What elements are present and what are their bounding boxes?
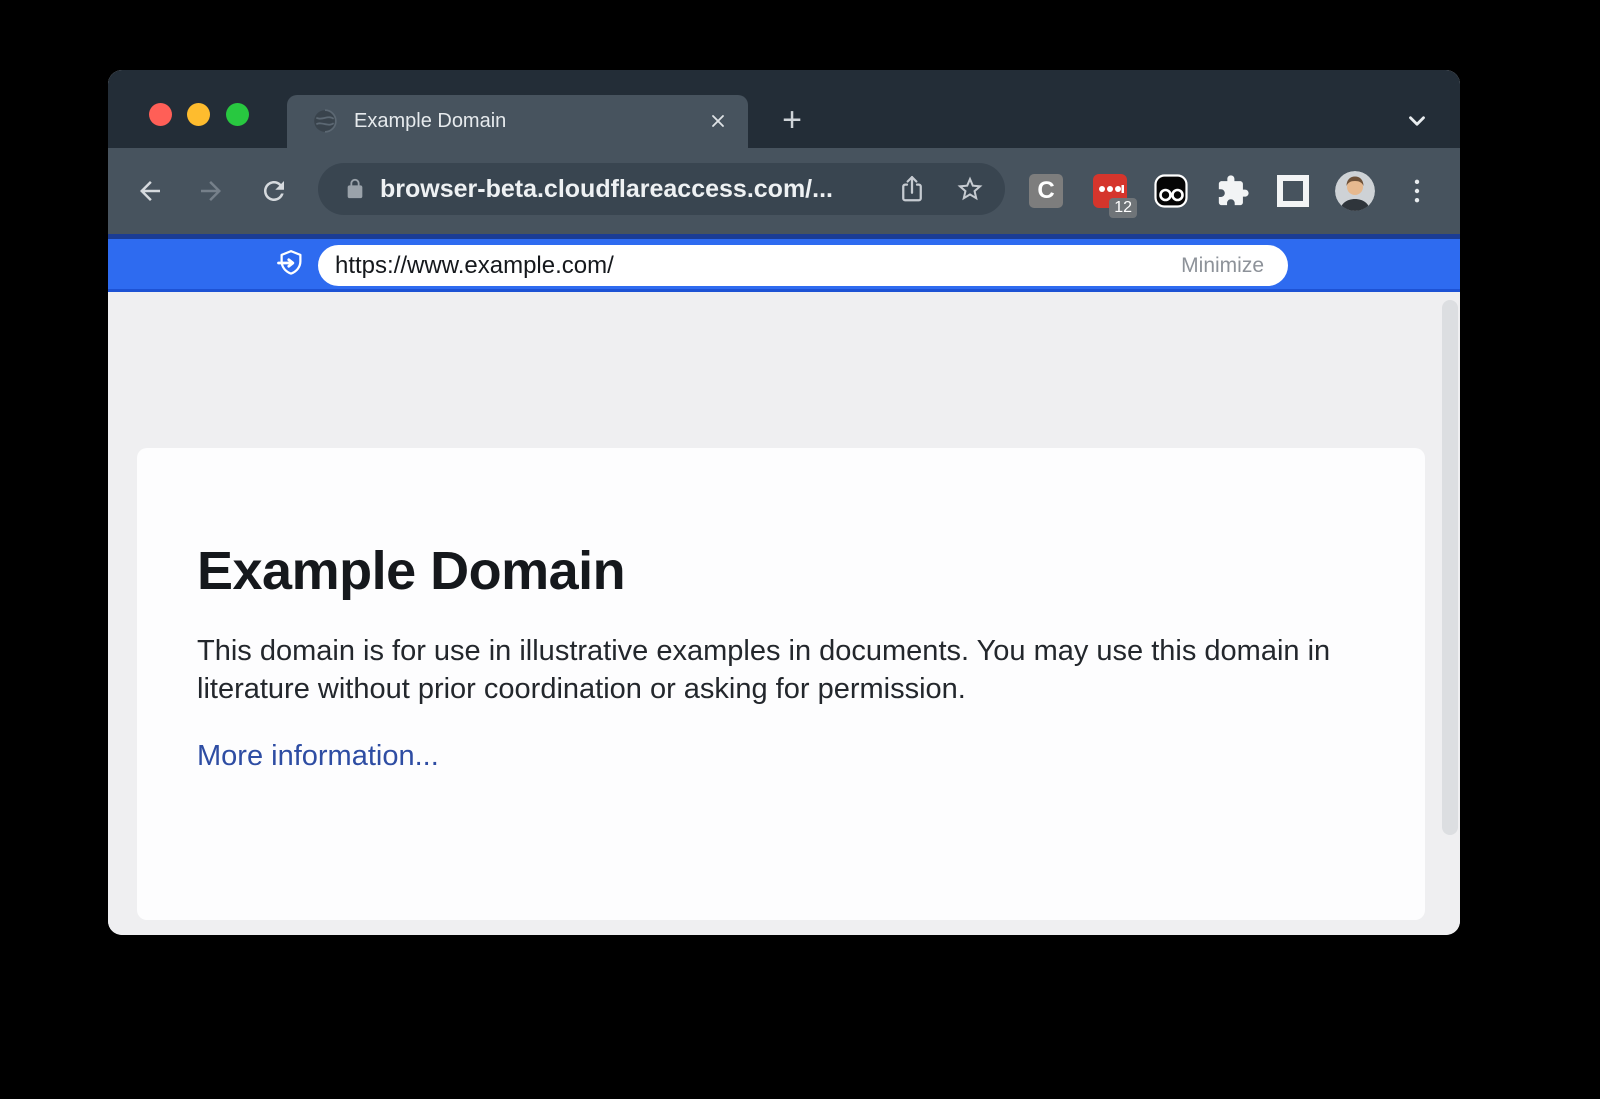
minimize-button[interactable]: Minimize xyxy=(1181,245,1264,286)
tab-strip: Example Domain + xyxy=(108,70,1460,148)
tab-search-chevron-icon[interactable] xyxy=(1404,108,1430,134)
isolated-url-bar[interactable]: https://www.example.com/ Minimize xyxy=(318,245,1288,286)
extensions-puzzle-icon[interactable] xyxy=(1216,174,1250,208)
tab-title: Example Domain xyxy=(354,95,506,148)
address-bar[interactable]: browser-beta.cloudflareaccess.com/... xyxy=(318,163,1005,215)
reload-button-icon[interactable] xyxy=(259,176,289,206)
profile-avatar[interactable] xyxy=(1335,171,1375,211)
browser-menu-icon[interactable] xyxy=(1406,174,1428,208)
page-paragraph: This domain is for use in illustrative e… xyxy=(197,632,1347,708)
side-panel-icon[interactable] xyxy=(1276,174,1310,208)
isolated-url[interactable]: https://www.example.com/ xyxy=(335,245,614,286)
navigation-toolbar: browser-beta.cloudflareaccess.com/... C xyxy=(108,148,1460,234)
scrollbar[interactable] xyxy=(1442,300,1458,835)
extension-red-dots-icon[interactable]: 12 xyxy=(1093,174,1127,208)
lock-icon[interactable] xyxy=(344,178,366,200)
minimize-window-button[interactable] xyxy=(187,103,210,126)
new-tab-button[interactable]: + xyxy=(768,95,816,148)
isolation-bar: https://www.example.com/ Minimize xyxy=(108,234,1460,292)
isolation-shield-icon xyxy=(276,248,306,278)
globe-favicon-icon xyxy=(312,108,338,134)
address-bar-url[interactable]: browser-beta.cloudflareaccess.com/... xyxy=(380,163,833,215)
close-window-button[interactable] xyxy=(149,103,172,126)
forward-button-icon[interactable] xyxy=(196,176,226,206)
extension-badge: 12 xyxy=(1109,198,1137,218)
zoom-window-button[interactable] xyxy=(226,103,249,126)
tab-close-icon[interactable] xyxy=(708,111,728,131)
share-icon[interactable] xyxy=(897,174,927,204)
desktop-background: Example Domain + xyxy=(0,0,1600,1099)
bookmark-star-icon[interactable] xyxy=(955,174,985,204)
browser-tab[interactable]: Example Domain xyxy=(287,95,748,148)
extension-two-circles-icon[interactable] xyxy=(1154,174,1188,208)
extension-c-icon[interactable]: C xyxy=(1029,174,1063,208)
content-card: Example Domain This domain is for use in… xyxy=(137,448,1425,920)
back-button-icon[interactable] xyxy=(135,176,165,206)
more-information-link[interactable]: More information... xyxy=(197,740,439,773)
browser-window: Example Domain + xyxy=(108,70,1460,935)
page-heading: Example Domain xyxy=(197,540,1365,602)
page-viewport: Example Domain This domain is for use in… xyxy=(108,292,1460,935)
